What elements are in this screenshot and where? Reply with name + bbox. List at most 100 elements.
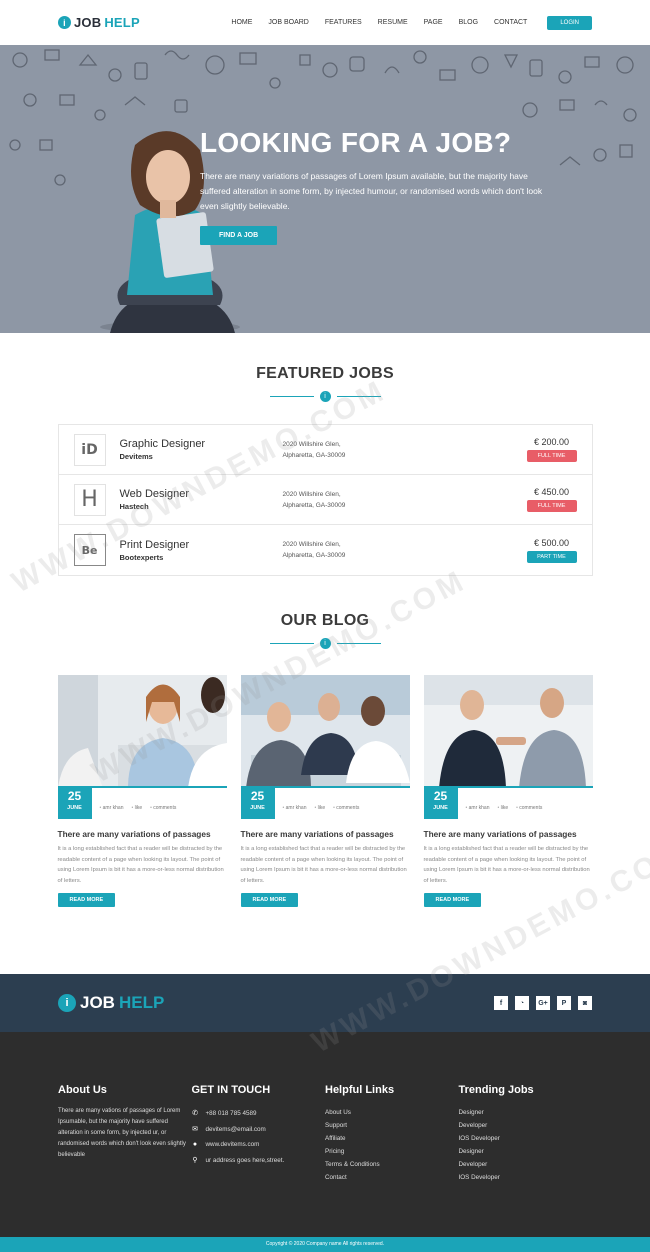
trending-job-link[interactable]: IOS Developer: [459, 1132, 593, 1145]
facebook-icon[interactable]: f: [494, 996, 508, 1010]
trending-job-link[interactable]: Designer: [459, 1145, 593, 1158]
company-logo-icon: iD: [73, 433, 106, 466]
logo-text-suffix: HELP: [104, 15, 140, 30]
job-meta: € 500.00 PART TIME: [526, 538, 577, 563]
footer-top: i JOB HELP f ◔ G+ P ◙: [0, 974, 650, 1032]
contact-email-text[interactable]: devitems@email.com: [206, 1122, 266, 1138]
footer-link[interactable]: Pricing: [325, 1145, 459, 1158]
job-title[interactable]: Graphic Designer: [120, 438, 283, 450]
blog-meta-items: amr khan like comments: [100, 805, 177, 811]
trending-job-link[interactable]: IOS Developer: [459, 1171, 593, 1184]
login-button[interactable]: LOGIN: [547, 15, 592, 30]
read-more-button[interactable]: READ MORE: [57, 893, 116, 907]
blog-author[interactable]: amr khan: [100, 805, 124, 811]
blog-likes[interactable]: like: [131, 805, 143, 811]
job-salary: € 200.00: [533, 437, 570, 447]
footer-link[interactable]: Affiliate: [325, 1132, 459, 1145]
footer-links: Helpful Links About Us Support Affiliate…: [325, 1084, 459, 1237]
blog-post-title[interactable]: There are many variations of passages: [424, 829, 593, 839]
blog-meta: 25 JUNE amr khan like comments: [57, 788, 227, 819]
main-menu: HOME JOB BOARD FEATURES RESUME PAGE BLOG…: [231, 15, 592, 30]
top-nav: i JOB HELP HOME JOB BOARD FEATURES RESUME…: [0, 0, 650, 45]
nav-job-board[interactable]: JOB BOARD: [268, 19, 308, 26]
nav-features[interactable]: FEATURES: [325, 19, 362, 26]
envelope-icon: ✉: [192, 1125, 198, 1133]
trending-job-link[interactable]: Designer: [459, 1106, 593, 1119]
pinterest-icon[interactable]: P: [557, 996, 571, 1010]
blog-meta-items: amr khan like comments: [283, 805, 360, 811]
blog-image[interactable]: [423, 675, 593, 788]
rss-icon[interactable]: ◔: [515, 996, 529, 1010]
blog-post-title[interactable]: There are many variations of passages: [241, 829, 410, 839]
divider-line: [269, 643, 314, 644]
nav-blog[interactable]: BLOG: [459, 19, 478, 26]
job-company: Bootexperts: [119, 552, 164, 562]
blog-likes[interactable]: like: [314, 805, 326, 811]
footer-contact: GET IN TOUCH ✆ +88 018 785 4589 ✉ devitems…: [192, 1084, 326, 1237]
instagram-icon[interactable]: ◙: [578, 996, 592, 1010]
footer-trending-title: Trending Jobs: [458, 1084, 534, 1096]
footer-about: About Us There are many vations of passa…: [58, 1084, 192, 1237]
job-row[interactable]: iD Graphic Designer Devitems 2020 Willsh…: [58, 425, 592, 475]
blog-card: 25 JUNE amr khan like comments There are…: [423, 675, 593, 907]
nav-contact[interactable]: CONTACT: [494, 19, 527, 26]
hero-title: LOOKING FOR A JOB?: [200, 127, 512, 158]
job-address-line-2: Alpharetta, GA-30009: [282, 451, 346, 459]
contact-email: ✉ devitems@email.com: [192, 1122, 326, 1138]
job-row[interactable]: Be Print Designer Bootexperts 2020 Wills…: [59, 525, 592, 575]
footer-logo-suffix: HELP: [118, 993, 165, 1012]
featured-jobs-title: FEATURED JOBS: [256, 365, 394, 382]
trending-job-link[interactable]: Developer: [459, 1158, 593, 1171]
google-plus-icon[interactable]: G+: [536, 996, 550, 1010]
footer-link[interactable]: Support: [325, 1119, 459, 1132]
blog-date: 25 JUNE: [57, 788, 92, 819]
nav-page[interactable]: PAGE: [424, 19, 443, 26]
job-address: 2020 Willshire Glen, Alpharetta, GA-3000…: [283, 489, 443, 511]
footer-about-title: About Us: [58, 1084, 107, 1096]
blog-comments[interactable]: comments: [150, 805, 176, 811]
job-row[interactable]: H Web Designer Hastech 2020 Willshire Gl…: [58, 475, 592, 525]
tie-icon: i: [319, 638, 331, 649]
blog-comments[interactable]: comments: [516, 805, 542, 811]
read-more-button[interactable]: READ MORE: [240, 893, 299, 907]
blog-card: 25 JUNE amr khan like comments There are…: [57, 675, 227, 907]
blog-image[interactable]: [240, 675, 410, 788]
job-list: iD Graphic Designer Devitems 2020 Willsh…: [57, 424, 593, 576]
footer-about-text: There are many vations of passages of Lo…: [58, 1108, 186, 1158]
trending-job-link[interactable]: Developer: [459, 1119, 593, 1132]
blog-comments[interactable]: comments: [333, 805, 359, 811]
footer-links-title: Helpful Links: [325, 1084, 395, 1096]
job-title[interactable]: Web Designer: [120, 488, 283, 500]
copyright-bar: Copyright © 2020 Company name All rights…: [0, 1237, 650, 1252]
nav-home[interactable]: HOME: [231, 19, 252, 26]
contact-web-text[interactable]: www.devitems.com: [206, 1137, 260, 1153]
hero-text: There are many variations of passages of…: [200, 171, 543, 211]
footer-link[interactable]: Terms & Conditions: [325, 1158, 459, 1171]
job-meta: € 200.00 FULL TIME: [526, 437, 577, 462]
footer-logo[interactable]: i JOB HELP: [58, 993, 164, 1013]
read-more-button[interactable]: READ MORE: [423, 893, 482, 907]
job-address: 2020 Willshire Glen, Alpharetta, GA-3000…: [283, 539, 443, 561]
job-type-badge: FULL TIME: [526, 500, 577, 512]
job-address-line-1: 2020 Willshire Glen,: [282, 440, 341, 448]
divider-line: [336, 396, 381, 397]
nav-resume[interactable]: RESUME: [378, 19, 408, 26]
contact-phone: ✆ +88 018 785 4589: [192, 1106, 326, 1122]
footer-link[interactable]: Contact: [325, 1171, 459, 1184]
footer-link[interactable]: About Us: [325, 1106, 459, 1119]
blog-meta: 25 JUNE amr khan like comments: [240, 788, 410, 819]
blog-image[interactable]: [57, 675, 227, 788]
find-job-button[interactable]: FIND A JOB: [200, 226, 278, 245]
blog-post-title[interactable]: There are many variations of passages: [58, 829, 227, 839]
blog-author[interactable]: amr khan: [283, 805, 307, 811]
tie-icon: i: [319, 391, 331, 402]
job-title[interactable]: Print Designer: [120, 539, 283, 551]
blog-author[interactable]: amr khan: [466, 805, 490, 811]
contact-phone-text: +88 018 785 4589: [205, 1110, 257, 1117]
blog-month: JUNE: [433, 805, 448, 811]
blog-post-excerpt: It is a long established fact that a rea…: [240, 846, 407, 884]
contact-address: ⚲ ur address goes here,street.: [192, 1153, 326, 1169]
job-info: Graphic Designer Devitems: [120, 438, 283, 461]
blog-likes[interactable]: like: [497, 805, 509, 811]
site-logo[interactable]: i JOB HELP: [58, 15, 140, 30]
